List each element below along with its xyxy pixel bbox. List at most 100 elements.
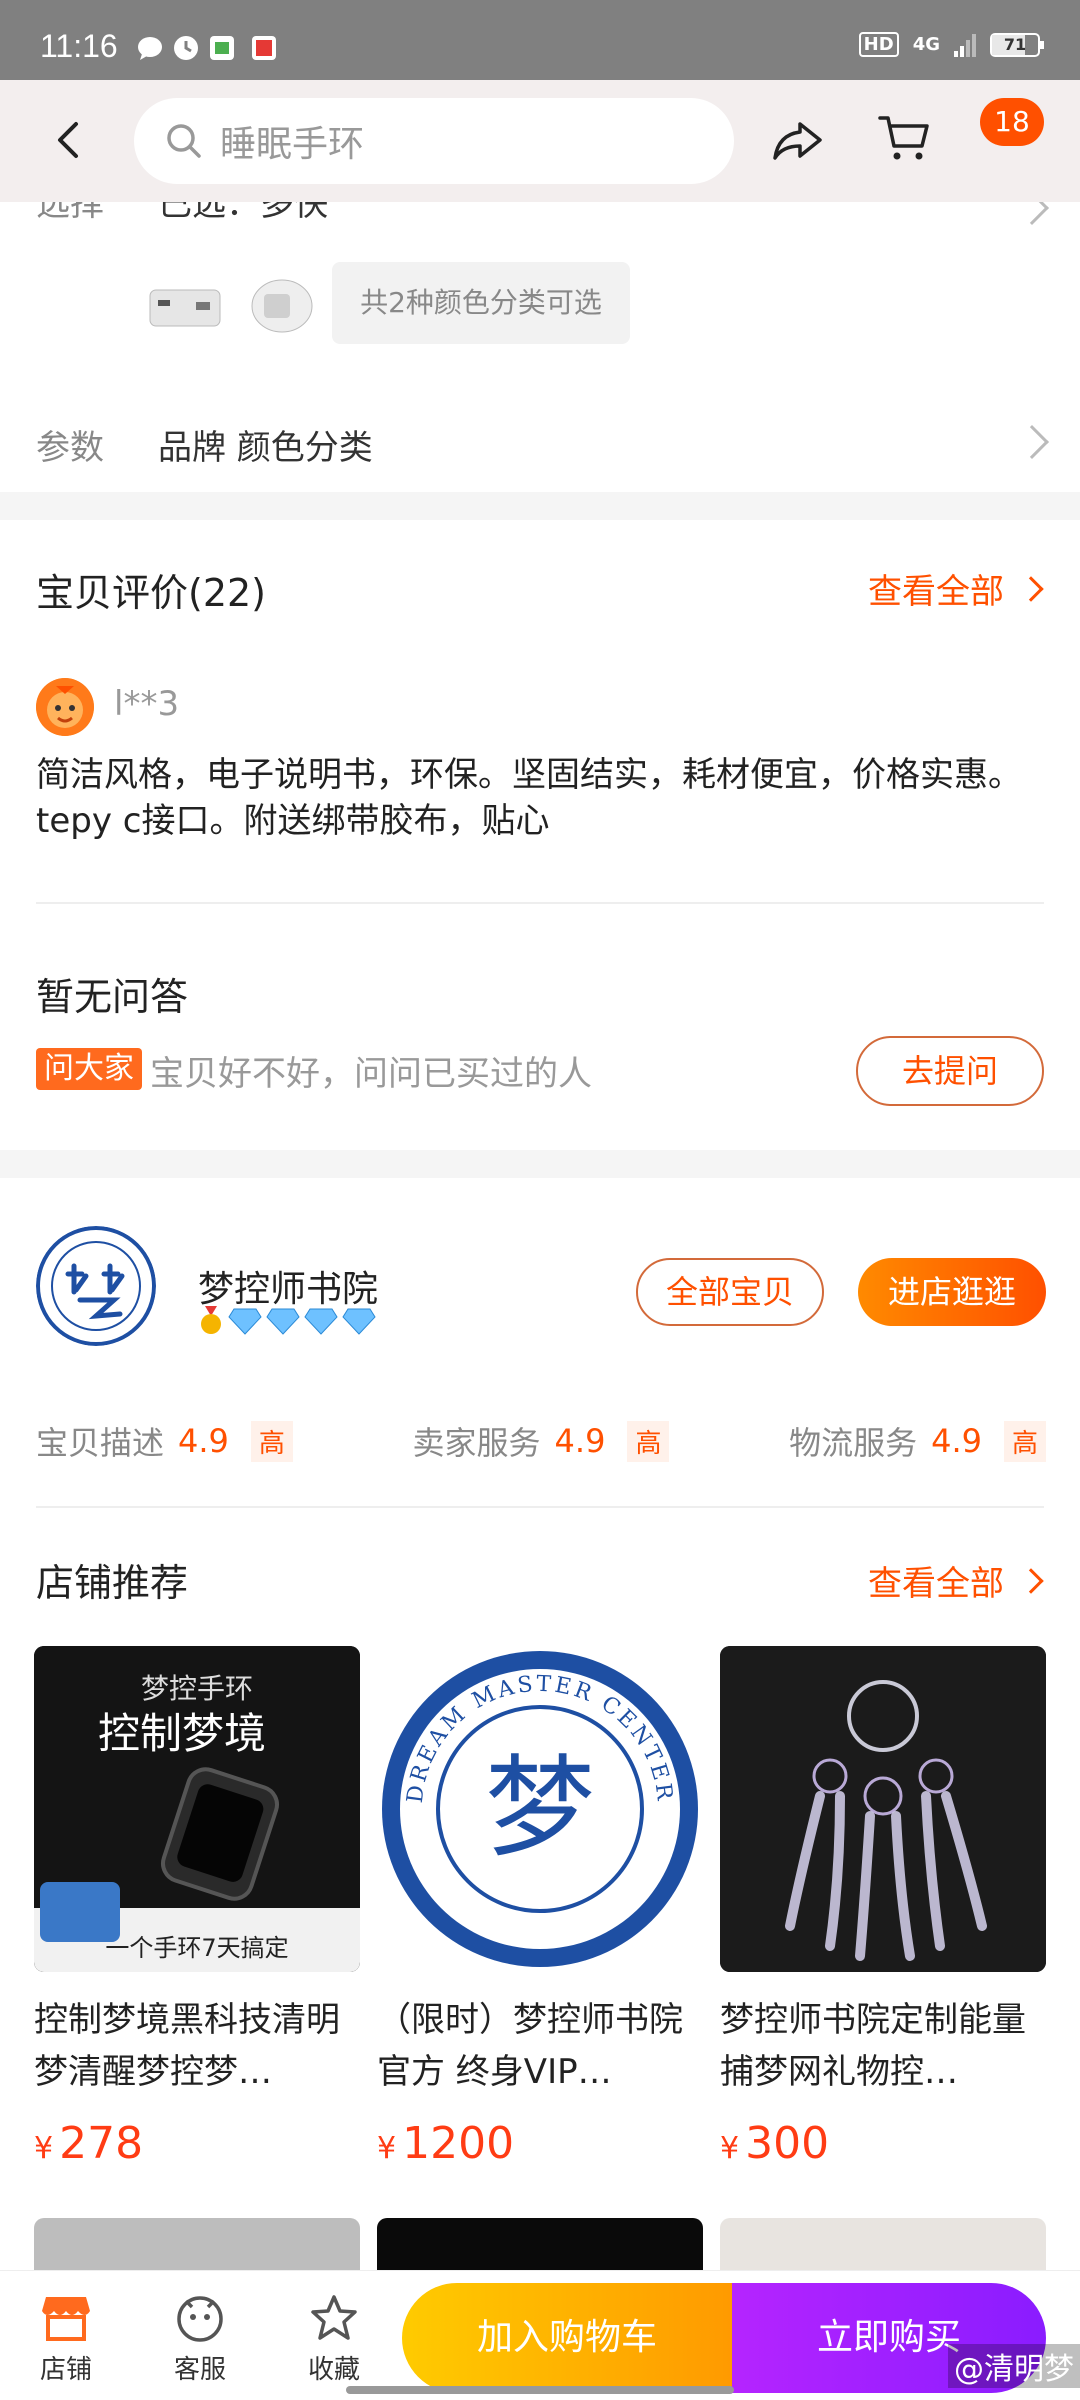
signal-icon: [954, 33, 976, 57]
customer-service-icon: [177, 2296, 223, 2342]
product-image: DREAM MASTER CENTER 梦: [377, 1646, 703, 1972]
score-label: 物流服务: [789, 1424, 918, 1462]
product-card[interactable]: 梦控手环 控制梦境 一个手环7天搞定 控制梦境黑科技清明梦清醒梦控梦… ¥278: [34, 1646, 360, 2169]
product-image-text: 梦: [485, 1744, 595, 1872]
search-icon: [167, 124, 201, 158]
divider: [36, 1506, 1044, 1508]
bottom-action-bar: 店铺 客服 收藏 加入购物车 立即购买: [0, 2270, 1080, 2400]
params-row[interactable]: 参数 品牌 颜色分类: [0, 392, 1080, 492]
status-time: 11:16: [40, 28, 118, 64]
diamond-icon: [304, 1308, 338, 1335]
score-description: 宝贝描述 4.9 高: [36, 1418, 293, 1464]
ask-question-button[interactable]: 去提问: [856, 1036, 1044, 1106]
score-level: 高: [627, 1420, 670, 1462]
reviewer-name: l**3: [114, 684, 180, 724]
chevron-right-icon: [1018, 575, 1044, 602]
params-value: 品牌 颜色分类: [158, 428, 373, 468]
color-options-chip[interactable]: 共2种颜色分类可选: [332, 262, 630, 344]
ask-everyone-tag: 问大家: [36, 1048, 142, 1090]
medal-icon: [201, 1306, 221, 1334]
more-products-peek: [34, 2218, 1046, 2278]
hd-indicator: HD: [858, 32, 899, 57]
sku-thumbnail[interactable]: [144, 272, 228, 338]
product-image: [720, 1646, 1046, 1972]
score-level: 高: [250, 1420, 293, 1462]
product-card[interactable]: DREAM MASTER CENTER 梦 （限时）梦控师书院官方 终身VIP……: [377, 1646, 703, 2169]
params-label: 参数: [36, 428, 104, 468]
star-icon: [311, 2295, 357, 2340]
product-title: 梦控师书院定制能量捕梦网礼物控…: [720, 2000, 1026, 2092]
product-photo: 梦控手环 控制梦境 一个手环7天搞定: [34, 1646, 360, 1972]
score-logistics: 物流服务 4.9 高: [789, 1418, 1046, 1464]
select-label: 选择: [36, 202, 104, 224]
shop-icon: [42, 2297, 90, 2341]
product-title: （限时）梦控师书院官方 终身VIP…: [377, 2000, 683, 2092]
back-icon[interactable]: [40, 110, 100, 170]
sku-select-section[interactable]: 选择 已选：多快 共2种颜色分类可选 参数 品牌 颜色分类: [0, 202, 1080, 492]
diamond-icon: [228, 1308, 262, 1335]
reviews-section: 宝贝评价(22) 查看全部 l**3 简洁风格，电子说明书，环保。坚固结实，耗材…: [0, 520, 1080, 1150]
add-to-cart-button[interactable]: 加入购物车: [402, 2283, 732, 2393]
chevron-right-icon: [1015, 425, 1049, 459]
product-image[interactable]: [34, 2218, 360, 2278]
product-image[interactable]: [377, 2218, 703, 2278]
watermark: @清明梦: [948, 2344, 1080, 2388]
tab-label: 收藏: [307, 2355, 360, 2385]
all-items-button[interactable]: 全部宝贝: [636, 1258, 824, 1326]
score-value: 4.9: [554, 1422, 606, 1460]
review-text[interactable]: 简洁风格，电子说明书，环保。坚固结实，耗材便宜，价格实惠。tepy c接口。附送…: [36, 752, 1046, 844]
shop-rank-badges: [198, 1306, 376, 1336]
product-image-text: 梦控手环: [141, 1672, 253, 1705]
top-nav: 睡眠手环 18: [0, 80, 1080, 202]
product-image-text: 控制梦境: [98, 1709, 266, 1758]
diamond-icon: [342, 1308, 376, 1335]
dreamcatcher-photo: [720, 1646, 1046, 1972]
recommend-see-all-link[interactable]: 查看全部: [868, 1556, 1044, 1605]
product-image[interactable]: [720, 2218, 1046, 2278]
score-label: 卖家服务: [412, 1424, 541, 1462]
clock-icon: [174, 36, 198, 60]
reviews-see-all-link[interactable]: 查看全部: [868, 564, 1044, 613]
tab-shop[interactable]: 店铺: [16, 2293, 116, 2386]
shop-name[interactable]: 梦控师书院: [198, 1260, 378, 1312]
score-label: 宝贝描述: [36, 1424, 165, 1462]
app-icon: [252, 36, 276, 60]
search-input[interactable]: 睡眠手环: [134, 98, 734, 184]
tab-label: 客服: [173, 2355, 226, 2385]
status-bar: 11:16 HD 4G 71: [0, 0, 1080, 80]
ask-hint: 宝贝好不好，问问已买过的人: [150, 1054, 592, 1094]
tab-favorite[interactable]: 收藏: [284, 2293, 384, 2386]
product-image: 梦控手环 控制梦境 一个手环7天搞定: [34, 1646, 360, 1972]
avatar: [36, 678, 94, 736]
tab-customer-service[interactable]: 客服: [150, 2293, 250, 2386]
product-price: ¥1200: [377, 2118, 515, 2169]
recommended-products: 梦控手环 控制梦境 一个手环7天搞定 控制梦境黑科技清明梦清醒梦控梦… ¥278: [34, 1646, 1046, 2169]
share-icon[interactable]: [770, 112, 826, 168]
score-value: 4.9: [931, 1422, 982, 1460]
product-photo: DREAM MASTER CENTER 梦: [382, 1651, 698, 1967]
product-card[interactable]: 梦控师书院定制能量捕梦网礼物控… ¥300: [720, 1646, 1046, 2169]
home-indicator[interactable]: [346, 2386, 734, 2394]
battery-icon: 71: [990, 32, 1044, 57]
select-value: 已选：多快: [158, 202, 328, 224]
shop-section: 梦控师书院 全部宝贝 进店逛逛 宝贝描述 4.9 高 卖家服务 4.9 高 物流…: [0, 1178, 1080, 2278]
see-all-label: 查看全部: [868, 572, 1004, 612]
shop-logo[interactable]: [36, 1226, 156, 1346]
qa-title: 暂无问答: [36, 975, 189, 1019]
score-level: 高: [1003, 1420, 1046, 1462]
score-service: 卖家服务 4.9 高: [413, 1418, 670, 1464]
product-price: ¥300: [720, 2118, 830, 2169]
chevron-right-icon: [1015, 202, 1049, 225]
reviews-title: 宝贝评价(22): [36, 571, 267, 615]
divider: [36, 902, 1044, 904]
diamond-icon: [266, 1308, 300, 1335]
shop-recommend-title: 店铺推荐: [36, 1561, 189, 1605]
enter-shop-button[interactable]: 进店逛逛: [858, 1258, 1046, 1326]
product-title: 控制梦境黑科技清明梦清醒梦控梦…: [34, 2000, 340, 2092]
search-placeholder: 睡眠手环: [220, 124, 365, 165]
cart-badge: 18: [980, 98, 1044, 146]
product-image-text: 一个手环7天搞定: [105, 1934, 288, 1962]
tab-label: 店铺: [39, 2355, 92, 2385]
cart-icon[interactable]: [876, 110, 932, 166]
sku-thumbnail[interactable]: [240, 272, 324, 338]
